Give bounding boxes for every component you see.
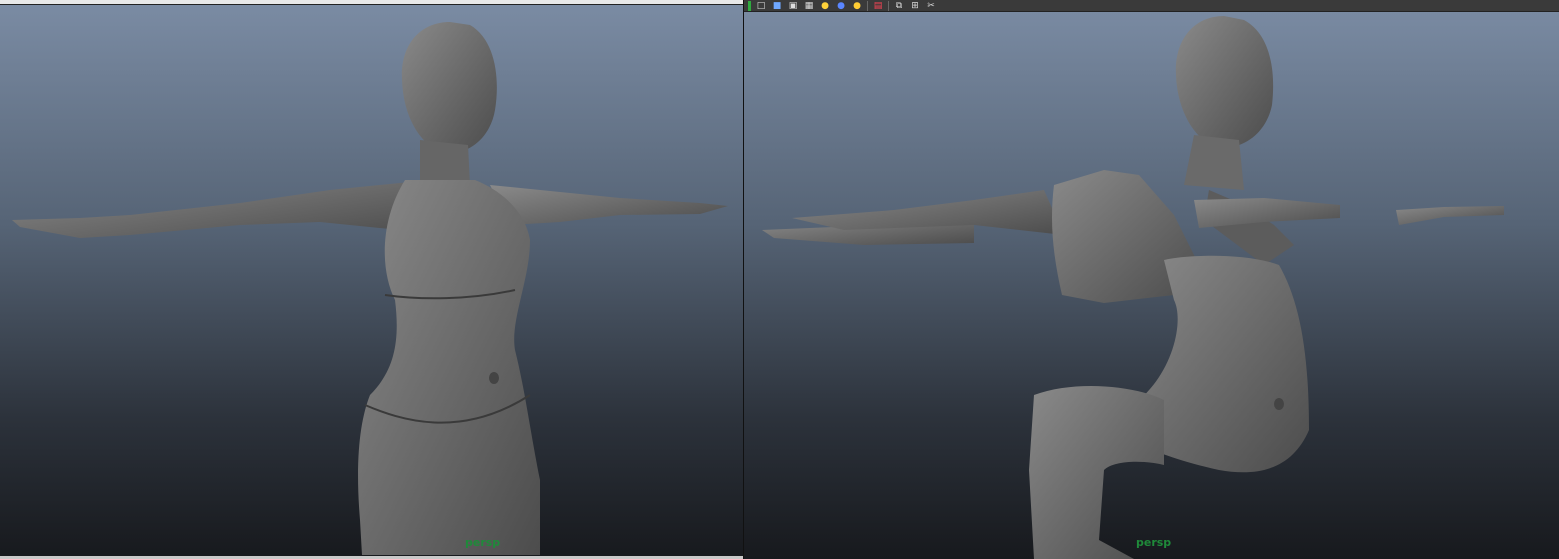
model-arm-right bbox=[490, 185, 728, 225]
viewport-left[interactable]: persp bbox=[0, 0, 744, 559]
camera-label: persp bbox=[1136, 536, 1172, 549]
camera-label: persp bbox=[465, 536, 501, 549]
model-head bbox=[401, 22, 497, 154]
model-navel bbox=[1274, 398, 1284, 410]
model-neck-piece bbox=[1184, 135, 1244, 190]
model-arm-left bbox=[12, 182, 410, 238]
character-model-exploded[interactable] bbox=[744, 0, 1559, 559]
viewport-right[interactable]: □ ■ ▣ ▦ ● ● ● ▤ ⧉ ⊞ ✂ persp bbox=[744, 0, 1559, 559]
model-navel bbox=[489, 372, 499, 384]
model-hip-piece bbox=[1029, 385, 1164, 559]
model-head bbox=[1175, 16, 1274, 148]
model-forearm-right bbox=[1396, 206, 1504, 225]
model-torso bbox=[358, 180, 540, 555]
model-neck bbox=[420, 140, 470, 185]
character-model-full[interactable] bbox=[0, 0, 743, 559]
